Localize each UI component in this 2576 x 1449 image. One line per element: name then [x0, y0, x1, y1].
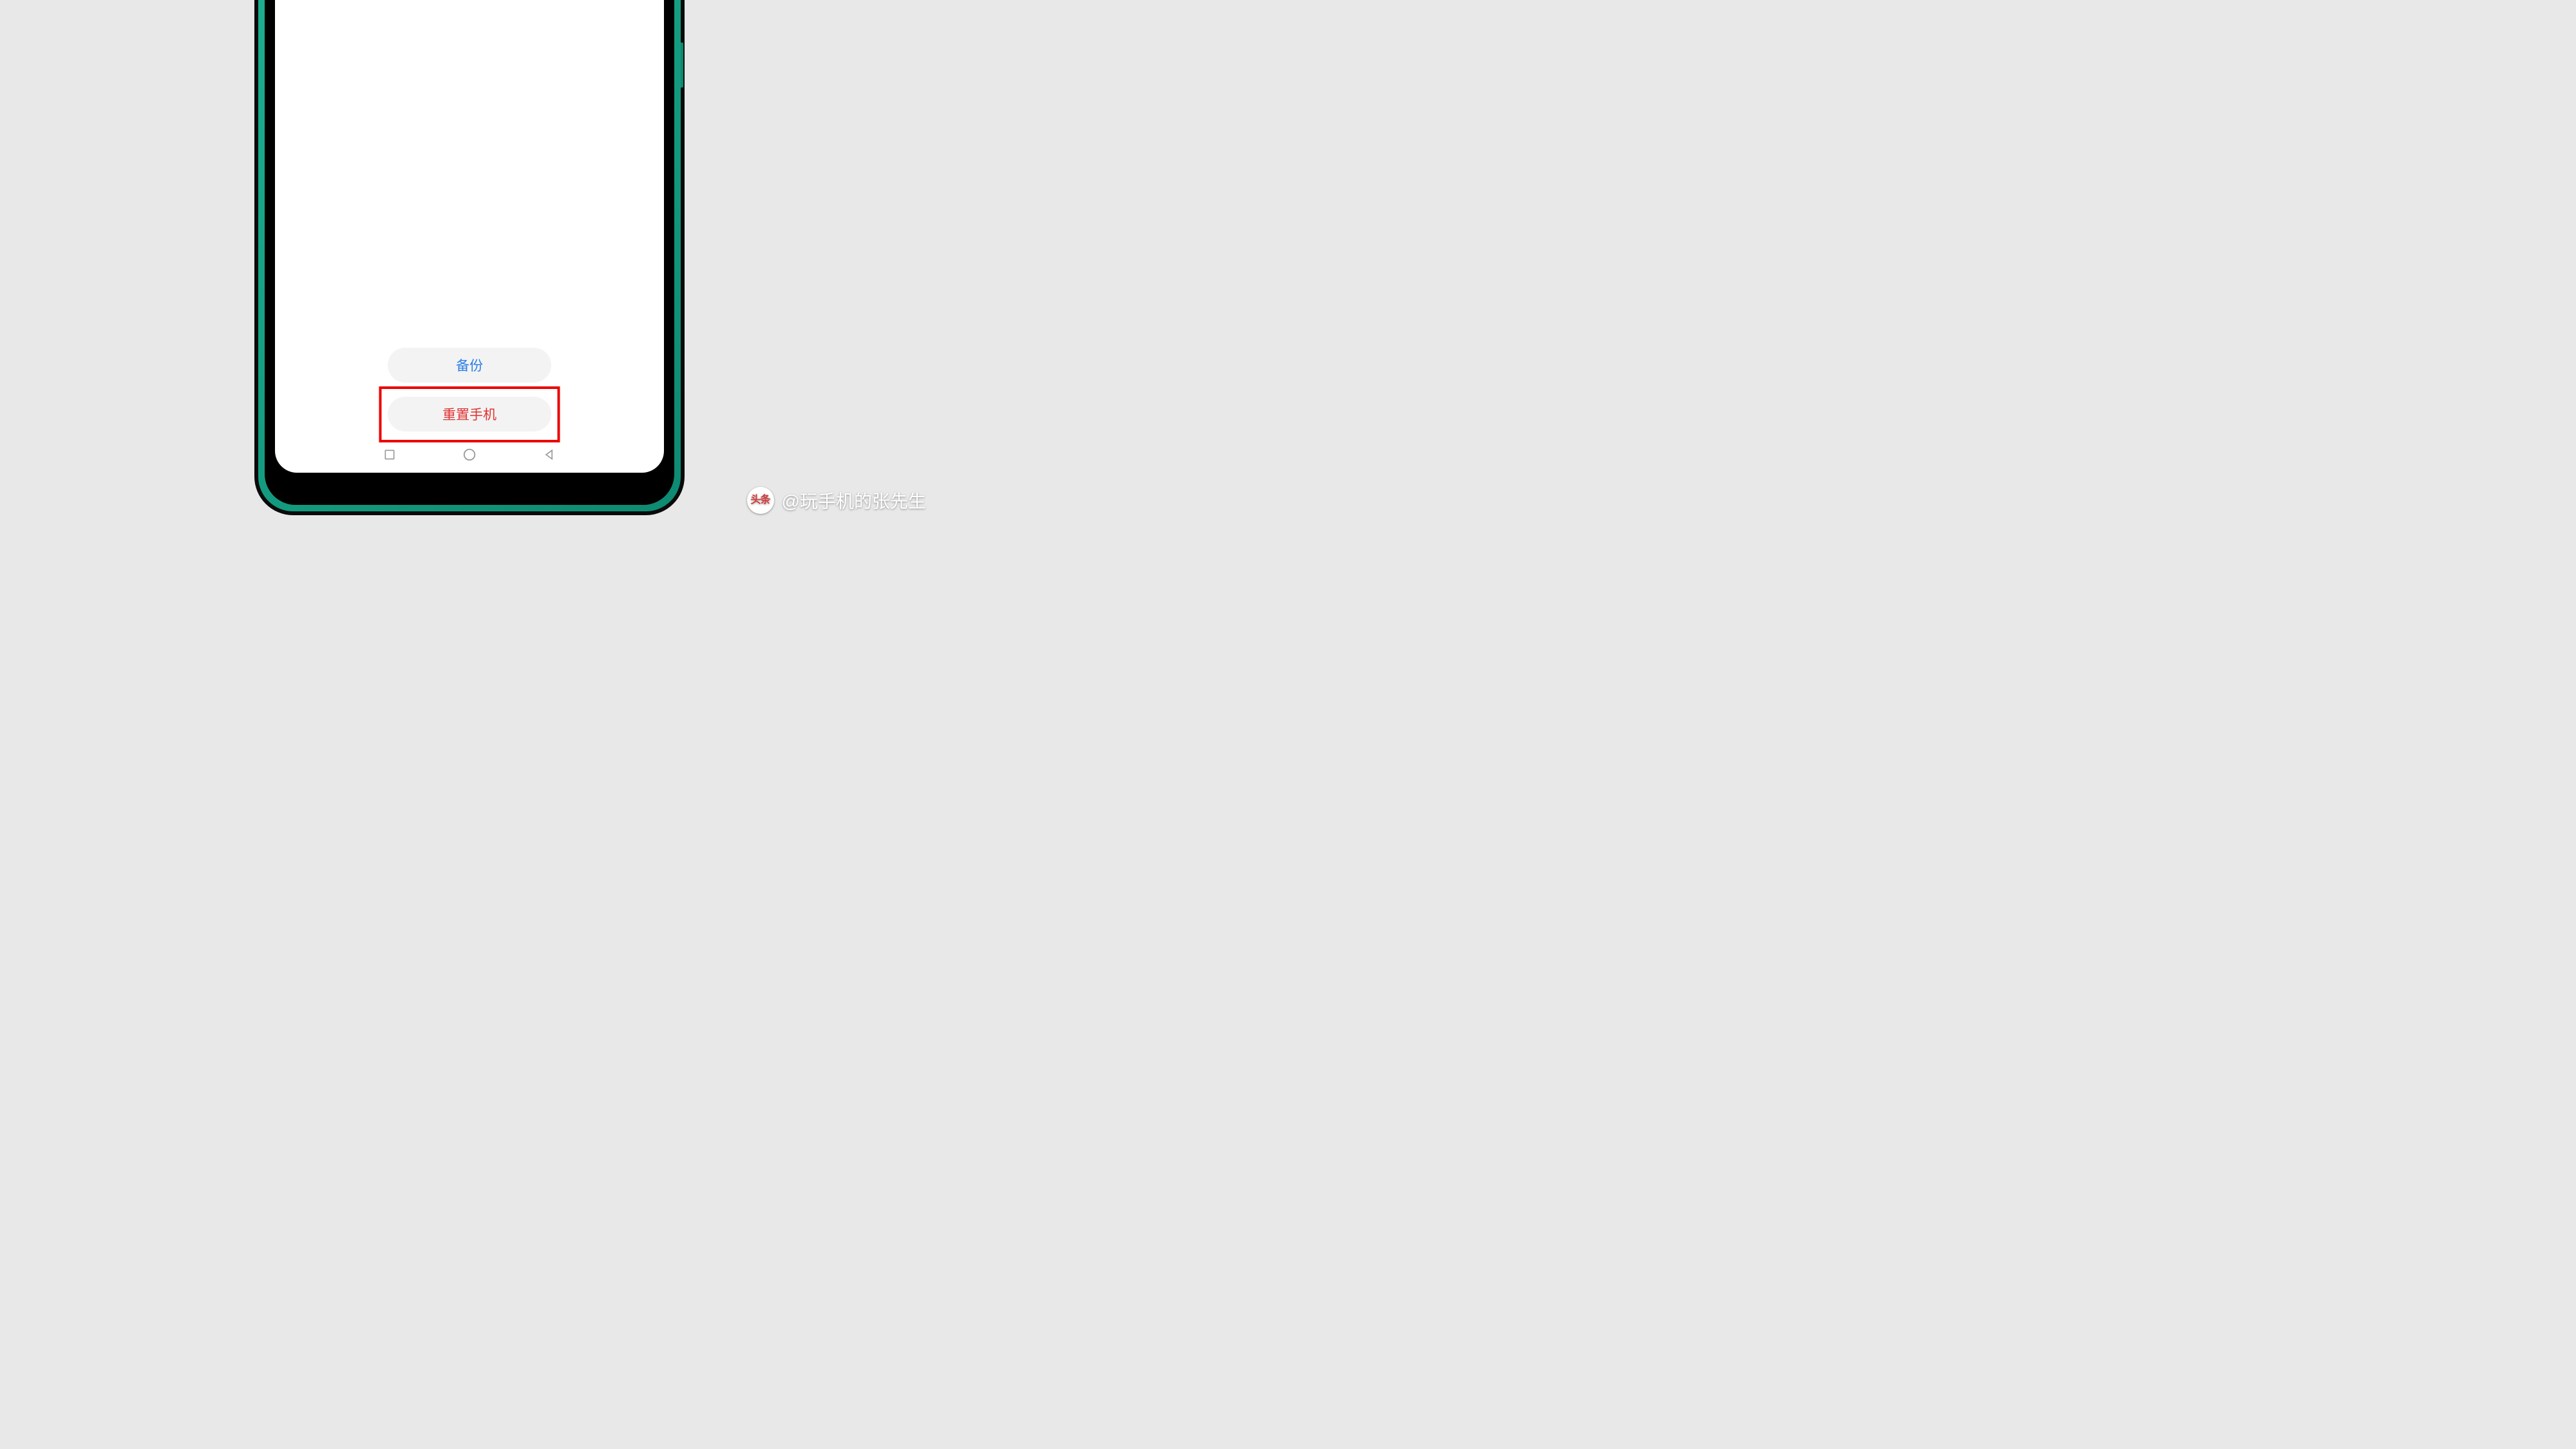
- backup-button-label: 备份: [456, 355, 483, 375]
- phone-screen: 备份 重置手机: [275, 0, 664, 473]
- phone-screen-bezel: 备份 重置手机: [265, 0, 674, 505]
- back-icon[interactable]: [542, 447, 557, 462]
- reset-phone-button[interactable]: 重置手机: [388, 397, 551, 431]
- watermark-logo-icon: 头条: [747, 487, 774, 514]
- backup-button[interactable]: 备份: [388, 348, 551, 383]
- button-area: 备份 重置手机: [275, 348, 664, 443]
- phone-frame-inner: 备份 重置手机: [258, 0, 681, 511]
- phone-side-button: [681, 43, 683, 88]
- watermark-handle: @玩手机的张先生: [782, 488, 926, 513]
- recent-apps-icon[interactable]: [382, 447, 397, 462]
- phone-device-frame: 备份 重置手机: [254, 0, 685, 515]
- watermark-logo-text: 头条: [751, 495, 770, 506]
- watermark: 头条 @玩手机的张先生: [747, 487, 926, 514]
- android-nav-bar: [275, 442, 664, 468]
- reset-phone-button-label: 重置手机: [442, 404, 497, 424]
- home-icon[interactable]: [462, 447, 477, 462]
